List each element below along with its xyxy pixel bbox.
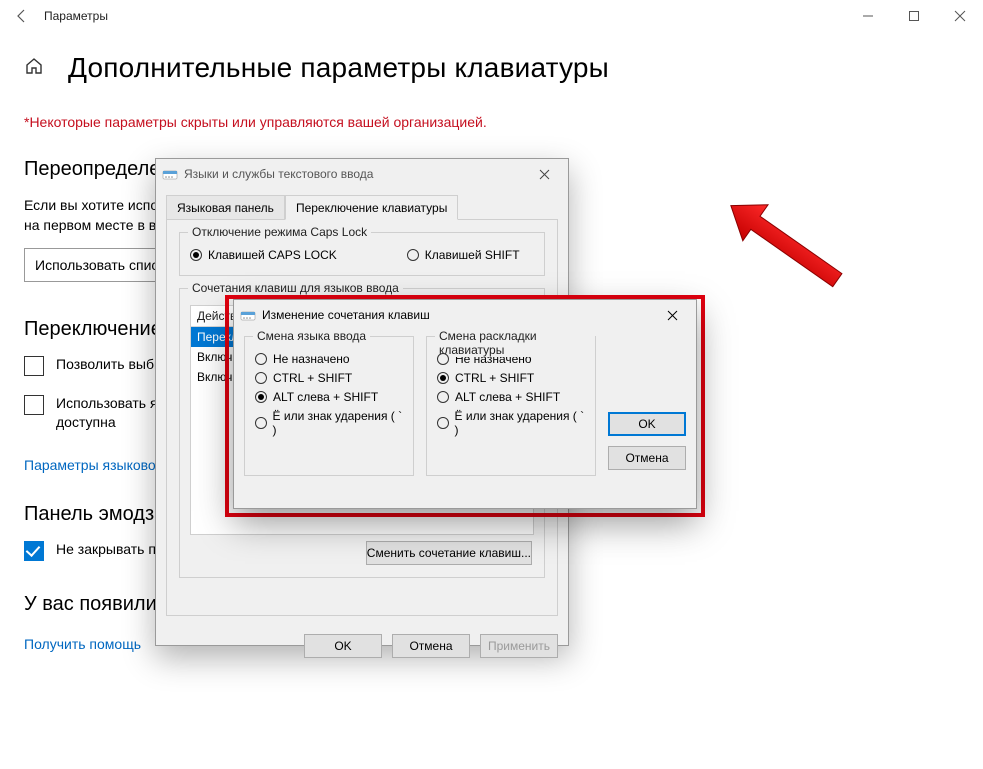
dialog2-cancel-button[interactable]: Отмена xyxy=(608,446,686,470)
dialog2-titlebar[interactable]: Изменение сочетания клавиш xyxy=(234,300,696,330)
lang-alt-shift-radio[interactable]: ALT слева + SHIFT xyxy=(255,390,403,404)
keyboard-icon xyxy=(240,307,256,323)
dialog2-ok-button[interactable]: OK xyxy=(608,412,686,436)
layout-ctrl-shift-label: CTRL + SHIFT xyxy=(455,371,534,385)
back-button[interactable] xyxy=(0,0,44,32)
lang-none-label: Не назначено xyxy=(273,352,350,366)
layout-ctrl-shift-radio[interactable]: CTRL + SHIFT xyxy=(437,371,585,385)
dialog1-tabs: Языковая панель Переключение клавиатуры xyxy=(166,195,558,220)
desktop-langbar-checkbox[interactable] xyxy=(24,395,44,415)
caps-by-capslock-radio[interactable]: Клавишей CAPS LOCK xyxy=(190,248,337,262)
policy-warning: *Некоторые параметры скрыты или управляю… xyxy=(24,114,959,130)
layout-legend: Смена раскладки клавиатуры xyxy=(435,329,595,357)
dialog1-title: Языки и службы текстового ввода xyxy=(184,167,373,181)
caps-by-shift-label: Клавишей SHIFT xyxy=(425,248,520,262)
layout-alt-shift-radio[interactable]: ALT слева + SHIFT xyxy=(437,390,585,404)
emoji-keep-open-checkbox[interactable] xyxy=(24,541,44,561)
layout-group: Смена раскладки клавиатуры Не назначено … xyxy=(426,336,596,476)
per-app-checkbox[interactable] xyxy=(24,356,44,376)
get-help-link[interactable]: Получить помощь xyxy=(24,636,141,652)
dialog2-close-icon[interactable] xyxy=(654,302,690,328)
dialog2-title: Изменение сочетания клавиш xyxy=(262,308,430,322)
layout-alt-shift-label: ALT слева + SHIFT xyxy=(455,390,560,404)
window-title: Параметры xyxy=(44,9,108,23)
minimize-button[interactable] xyxy=(845,0,891,32)
dialog1-ok-button[interactable]: OK xyxy=(304,634,382,658)
dialog1-apply-button: Применить xyxy=(480,634,558,658)
titlebar: Параметры xyxy=(0,0,983,32)
input-language-group: Смена языка ввода Не назначено CTRL + SH… xyxy=(244,336,414,476)
capslock-group-legend: Отключение режима Caps Lock xyxy=(188,225,371,239)
tab-keyboard-switch[interactable]: Переключение клавиатуры xyxy=(285,195,458,220)
change-shortcut-button[interactable]: Сменить сочетание клавиш... xyxy=(366,541,532,565)
dialog1-cancel-button[interactable]: Отмена xyxy=(392,634,470,658)
capslock-group: Отключение режима Caps Lock Клавишей CAP… xyxy=(179,232,545,276)
layout-grave-label: Ё или знак ударения ( ` ) xyxy=(455,409,585,437)
page-title: Дополнительные параметры клавиатуры xyxy=(68,52,609,84)
lang-ctrl-shift-radio[interactable]: CTRL + SHIFT xyxy=(255,371,403,385)
lang-alt-shift-label: ALT слева + SHIFT xyxy=(273,390,378,404)
input-language-legend: Смена языка ввода xyxy=(253,329,370,343)
lang-none-radio[interactable]: Не назначено xyxy=(255,352,403,366)
tab-language-bar[interactable]: Языковая панель xyxy=(166,195,285,220)
caps-by-shift-radio[interactable]: Клавишей SHIFT xyxy=(407,248,520,262)
lang-ctrl-shift-label: CTRL + SHIFT xyxy=(273,371,352,385)
home-icon[interactable] xyxy=(24,56,44,81)
lang-grave-label: Ё или знак ударения ( ` ) xyxy=(273,409,403,437)
keyboard-icon xyxy=(162,166,178,182)
lang-grave-radio[interactable]: Ё или знак ударения ( ` ) xyxy=(255,409,403,437)
close-button[interactable] xyxy=(937,0,983,32)
dialog1-titlebar[interactable]: Языки и службы текстового ввода xyxy=(156,159,568,189)
layout-grave-radio[interactable]: Ё или знак ударения ( ` ) xyxy=(437,409,585,437)
shortcuts-group-legend: Сочетания клавиш для языков ввода xyxy=(188,281,403,295)
change-shortcut-dialog: Изменение сочетания клавиш Смена языка в… xyxy=(233,299,697,509)
caps-by-capslock-label: Клавишей CAPS LOCK xyxy=(208,248,337,262)
maximize-button[interactable] xyxy=(891,0,937,32)
dialog1-close-icon[interactable] xyxy=(526,161,562,187)
